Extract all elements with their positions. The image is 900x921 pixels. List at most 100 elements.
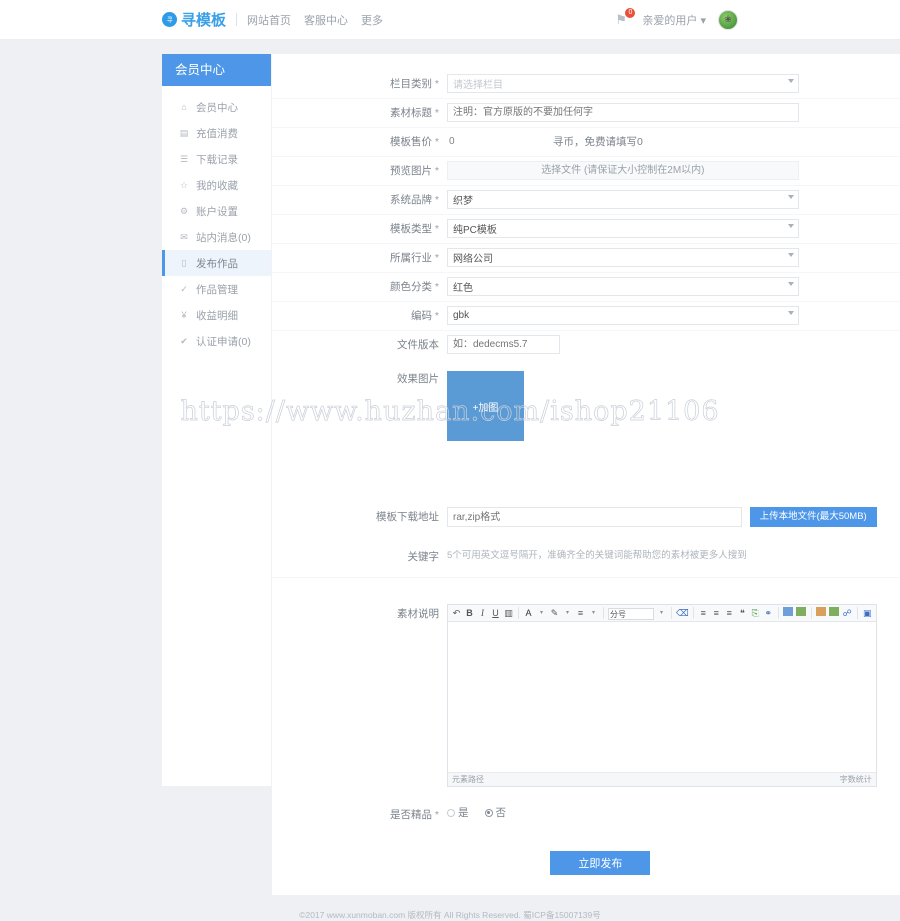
font-size-caret-icon[interactable]: ▾ [656,607,667,620]
form-row-price: 模板售价 * 寻币，免费请填写0 [272,128,900,157]
download-url-input[interactable] [447,507,742,527]
wallet-icon: ▤ [179,128,189,138]
highlight-caret-icon[interactable]: ▾ [562,607,573,620]
price-hint: 寻币，免费请填写0 [553,136,643,148]
font-size-select-wrap[interactable] [608,606,654,621]
file-version-input[interactable] [447,335,560,354]
add-image-button[interactable]: +加图 [447,371,524,441]
sidebar-item-publish-work[interactable]: ▯ 发布作品 [162,250,271,276]
attachment-icon[interactable]: ☍ [842,607,853,620]
avatar-icon: ❀ [724,14,732,24]
font-color-caret-icon[interactable]: ▾ [536,607,547,620]
highlight-icon[interactable]: ✎ [549,607,560,620]
sidebar-item-recharge[interactable]: ▤ 充值消费 [162,120,271,146]
category-select-wrap[interactable] [447,74,799,93]
list-caret-icon[interactable]: ▾ [588,607,599,620]
notification-badge: 0 [625,8,636,18]
bold-icon[interactable]: B [464,607,475,620]
align-right-icon[interactable]: ≡ [724,607,735,620]
required-mark: * [431,165,439,177]
publish-form: 栏目类别 * 素材标题 * 模板售价 * 寻币，免费请填写0 [272,54,900,895]
insert-table-icon[interactable] [783,606,794,620]
color-select-wrap[interactable] [447,277,799,296]
sidebar: 会员中心 ⌂ 会员中心 ▤ 充值消费 ☰ 下载记录 ☆ 我的收藏 ⚙ 账户设置 [162,54,272,786]
document-icon: ▯ [181,258,187,268]
color-select[interactable] [447,277,799,296]
sidebar-item-manage-works[interactable]: ✓ 作品管理 [162,276,271,302]
avatar[interactable]: ❀ [718,9,738,30]
link-icon[interactable]: ⚭ [763,607,774,620]
industry-select[interactable] [447,248,799,267]
form-row-category: 栏目类别 * [272,70,900,99]
encoding-select-wrap[interactable] [447,306,799,325]
toolbar-separator [856,607,858,619]
user-menu-dropdown[interactable]: 亲爱的用户 ▾ [642,12,706,28]
sidebar-item-favorites[interactable]: ☆ 我的收藏 [162,172,271,198]
undo-icon[interactable]: ↶ [451,607,462,620]
keywords-hint: 5个可用英文逗号隔开，准确齐全的关键词能帮助您的素材被更多人搜到 [447,550,747,561]
sidebar-item-label: 作品管理 [196,283,238,296]
header-right: ⚑ 0 亲爱的用户 ▾ ❀ [615,8,738,30]
brand-select[interactable] [447,190,799,209]
sidebar-item-messages[interactable]: ✉ 站内消息(0) [162,224,271,250]
editor-word-count: 字数统计 [839,775,872,784]
editor-content-area[interactable] [448,622,876,772]
form-row-brand: 系统品牌 * [272,186,900,215]
radio-is-premium-yes[interactable]: 是 [447,805,469,820]
editor-status-bar: 元素路径 字数统计 [448,772,876,786]
radio-is-premium-no[interactable]: 否 [484,805,506,820]
remove-format-icon[interactable]: ⌫ [676,607,689,620]
insert-image-icon[interactable] [816,606,827,620]
notifications-button[interactable]: ⚑ 0 [615,8,636,27]
sidebar-item-member-home[interactable]: ⌂ 会员中心 [162,94,271,120]
insert-chart-icon[interactable] [796,606,807,620]
price-input[interactable] [447,132,515,151]
align-center-icon[interactable]: ≡ [711,607,722,620]
label-keywords: 关键字 [407,551,440,563]
nav-item-more[interactable]: 更多 [361,12,383,28]
form-row-description: 素材说明 ↶ B I U ▥ A ▾ ✎ ▾ ≡ ▾ 分号 ▾ ⌫ ≡ ≡ ≡ … [272,578,900,791]
toolbar-separator [777,607,779,619]
brand-select-wrap[interactable] [447,190,799,209]
underline-icon[interactable]: U [490,607,501,620]
sidebar-item-earnings[interactable]: ¥ 收益明细 [162,302,271,328]
sidebar-item-download-history[interactable]: ☰ 下载记录 [162,146,271,172]
home-icon: ⌂ [181,102,187,112]
nav-item-support[interactable]: 客服中心 [304,12,348,28]
sidebar-item-verification[interactable]: ✔ 认证申请(0) [162,328,271,354]
industry-select-wrap[interactable] [447,248,799,267]
upload-local-file-button[interactable]: 上传本地文件(最大50MB) [749,507,877,527]
site-footer: ©2017 www.xunmoban.com 版权所有 All Rights R… [299,910,601,920]
chevron-down-icon [787,224,794,228]
chevron-down-icon [787,311,794,315]
fullscreen-icon[interactable]: ▣ [862,607,873,620]
site-logo[interactable]: 寻 寻模板 [162,9,226,30]
title-input[interactable] [447,103,799,122]
form-row-industry: 所属行业 * [272,244,900,273]
preview-image-file-button[interactable]: 选择文件 (请保证大小控制在2M以内) [447,161,799,180]
list-icon[interactable]: ≡ [575,607,586,620]
nav-item-home[interactable]: 网站首页 [247,12,291,28]
insert-media-icon[interactable] [829,606,840,620]
align-left-icon[interactable]: ≡ [698,607,709,620]
italic-icon[interactable]: I [477,607,488,620]
form-row-preview-image: 预览图片 * 选择文件 (请保证大小控制在2M以内) [272,157,900,186]
toolbar-separator [810,607,812,619]
sidebar-item-account-settings[interactable]: ⚙ 账户设置 [162,198,271,224]
sidebar-item-label: 会员中心 [196,101,238,114]
label-is-premium: 是否精品 * [389,809,439,821]
font-size-select[interactable] [608,608,654,621]
template-type-select[interactable] [447,219,799,238]
toolbar-separator [671,607,672,619]
quote-icon[interactable]: ❝ [737,607,748,620]
strikethrough-icon[interactable]: ▥ [503,607,514,620]
publish-button[interactable]: 立即发布 [550,851,651,875]
check-icon: ✓ [180,284,188,294]
source-code-icon[interactable]: ⎘ [750,607,761,620]
encoding-select[interactable] [447,306,799,325]
category-select[interactable] [447,74,799,93]
rich-text-editor[interactable]: ↶ B I U ▥ A ▾ ✎ ▾ ≡ ▾ 分号 ▾ ⌫ ≡ ≡ ≡ ❝ ⎘ ⚭… [447,604,877,787]
template-type-select-wrap[interactable] [447,219,799,238]
form-row-file-version: 文件版本 [272,331,900,359]
font-color-icon[interactable]: A [523,607,534,620]
